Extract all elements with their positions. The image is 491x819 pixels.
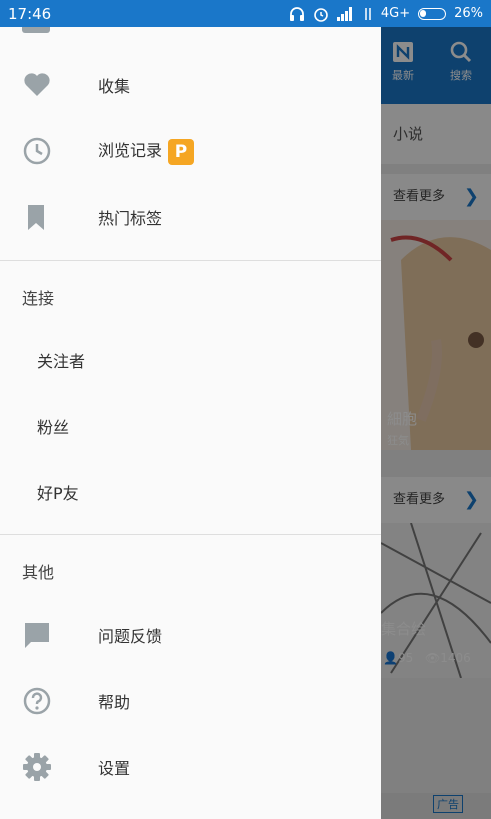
drawer-item-settings[interactable]: 设置 bbox=[0, 734, 381, 800]
alarm-icon bbox=[314, 7, 328, 22]
data-arrows-icon bbox=[365, 7, 371, 20]
scrim-overlay[interactable] bbox=[381, 27, 491, 819]
drawer-item-following[interactable]: 关注者 bbox=[0, 327, 381, 393]
battery-percent: 26% bbox=[454, 6, 483, 21]
drawer-item-collection[interactable]: 收集 bbox=[0, 52, 381, 118]
partial-icon bbox=[22, 27, 50, 33]
status-icons: 4G+ 26% bbox=[289, 6, 483, 22]
drawer-item-good-p-friends[interactable]: 好P友 bbox=[0, 459, 381, 525]
gear-icon bbox=[23, 753, 51, 781]
help-circle-icon bbox=[23, 687, 51, 715]
drawer-item-label: 收集 bbox=[98, 77, 131, 96]
drawer-item-label: 热门标签 bbox=[98, 209, 163, 228]
section-title-other: 其他 bbox=[22, 563, 55, 582]
section-title-connect: 连接 bbox=[22, 289, 55, 308]
signal-icon bbox=[336, 6, 352, 21]
status-bar: 17:46 4G+ 26% bbox=[0, 0, 491, 27]
clock-icon bbox=[23, 137, 51, 165]
battery-icon bbox=[418, 7, 447, 20]
bookmark-icon bbox=[28, 205, 44, 230]
drawer-item-label: 设置 bbox=[98, 759, 131, 778]
drawer-item-label: 帮助 bbox=[98, 693, 131, 712]
navigation-drawer: 收集 浏览记录P 热门标签 连接 关注者 粉丝 好P友 其他 问题反馈 帮助 bbox=[0, 27, 381, 819]
drawer-item-popular-tags[interactable]: 热门标签 bbox=[0, 184, 381, 250]
drawer-item-fans[interactable]: 粉丝 bbox=[0, 393, 381, 459]
divider bbox=[0, 534, 381, 535]
drawer-item-label: 问题反馈 bbox=[98, 627, 163, 646]
drawer-item-label: 关注者 bbox=[37, 352, 86, 371]
drawer-item-label: 粉丝 bbox=[37, 418, 70, 437]
heart-icon bbox=[24, 73, 50, 96]
chat-bubble-icon bbox=[25, 623, 49, 648]
drawer-item-label: 好P友 bbox=[37, 484, 79, 503]
drawer-item-help[interactable]: 帮助 bbox=[0, 668, 381, 734]
divider bbox=[0, 260, 381, 261]
drawer-item-label: 浏览记录 P bbox=[98, 137, 195, 165]
network-type: 4G+ bbox=[380, 6, 411, 21]
drawer-item-feedback[interactable]: 问题反馈 bbox=[0, 602, 381, 668]
history-label: 浏览记录 bbox=[98, 141, 163, 161]
headphones-icon bbox=[289, 6, 304, 21]
premium-badge: P bbox=[168, 138, 195, 165]
status-time: 17:46 bbox=[8, 4, 52, 23]
drawer-item-history[interactable]: 浏览记录 P bbox=[0, 118, 381, 184]
